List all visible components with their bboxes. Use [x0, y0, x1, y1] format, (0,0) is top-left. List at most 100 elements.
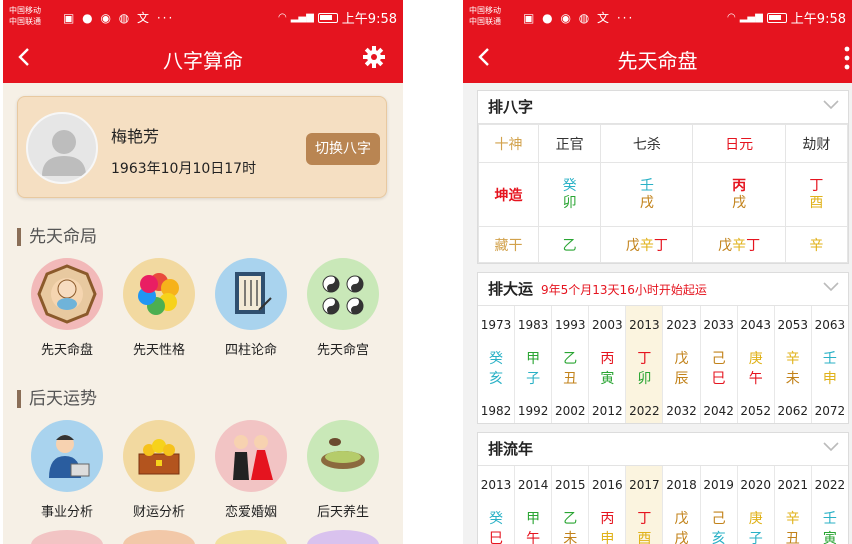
canggan-char: 丁	[746, 237, 761, 254]
more-menu-icon[interactable]	[844, 45, 850, 71]
dayun-column[interactable]: 2003 丙寅 2012	[589, 306, 627, 423]
gear-icon[interactable]	[363, 46, 385, 68]
liunian-stem: 壬	[822, 511, 837, 527]
dayun-column[interactable]: 1973 癸亥 1982	[478, 306, 516, 423]
pillar-cell: 丁酉	[784, 162, 849, 227]
section-title-houtian: 后天运势	[17, 390, 97, 408]
carrier-1: 中国移动	[469, 6, 501, 15]
color-petals-icon	[123, 258, 195, 330]
canggan-char: 丁	[653, 237, 668, 254]
liunian-column[interactable]: 2020 庚子	[738, 466, 775, 544]
liunian-year: 2014	[517, 478, 549, 492]
scroll-book-icon	[215, 258, 287, 330]
liunian-column[interactable]: 2019 己亥	[701, 466, 738, 544]
businessman-icon	[31, 420, 103, 492]
liunian-stem: 辛	[785, 511, 800, 527]
grid-item-xiantian-xingge[interactable]: 先天性格	[114, 258, 204, 358]
grid-item-houtian-yangsheng[interactable]: 后天养生	[298, 420, 388, 520]
dayun-branch: 亥	[489, 371, 504, 387]
dayun-column[interactable]: 2023 戊辰 2032	[663, 306, 701, 423]
dayun-stem: 壬	[822, 351, 837, 367]
app-bar: 先天命盘	[463, 33, 852, 83]
wedding-couple-icon	[215, 420, 287, 492]
grid-item-xiantian-mingpan[interactable]: 先天命盘	[22, 258, 112, 358]
dayun-column[interactable]: 2033 己巳 2042	[701, 306, 738, 423]
liunian-panel-header[interactable]: 排流年	[478, 433, 848, 466]
grid-item-xiantian-minggong[interactable]: 先天命宫	[298, 258, 388, 358]
carrier-info: 中国移动 中国联通	[469, 5, 501, 27]
switch-bazi-button[interactable]: 切换八字	[306, 133, 380, 165]
wifi-icon: ◠	[726, 12, 736, 23]
dayun-end-year: 1992	[517, 404, 549, 418]
pillar-stem: 丁	[809, 177, 824, 194]
grid-item-partial	[307, 530, 379, 544]
dayun-stem: 庚	[748, 351, 763, 367]
dayun-start-year: 2003	[592, 318, 623, 332]
carrier-2: 中国联通	[9, 17, 41, 26]
shishen-cell: 七杀	[600, 124, 694, 163]
dayun-column[interactable]: 1983 甲子 1992	[515, 306, 553, 423]
liunian-column[interactable]: 2016 丙申	[589, 466, 627, 544]
dayun-branch: 巳	[711, 371, 726, 387]
battery-icon	[317, 12, 338, 23]
liunian-stem: 丙	[600, 511, 615, 527]
dayun-panel-header[interactable]: 排大运 9年5个月13天16小时开始起运	[478, 273, 848, 306]
signal-icon: ▂▄▆	[739, 12, 763, 23]
liunian-stem: 丁	[637, 511, 652, 527]
grid-item-label: 恋爱婚姻	[224, 505, 277, 520]
default-avatar-icon	[42, 130, 86, 176]
liunian-columns: 2013 癸巳 2014 甲午 2015 乙未 2016 丙申 2017 丁酉 2018 戊戌 2019…	[478, 466, 848, 544]
dayun-column[interactable]: 1993 乙丑 2002	[552, 306, 590, 423]
grid-item-partial	[31, 530, 103, 544]
liunian-year: 2022	[814, 478, 846, 492]
liunian-column[interactable]: 2018 戊戌	[663, 466, 701, 544]
liunian-year: 2016	[592, 478, 623, 492]
grid-item-caiyun-fenxi[interactable]: 财运分析	[114, 420, 204, 520]
pillar-stem: 丙	[732, 177, 747, 194]
liunian-branch: 丑	[785, 531, 800, 544]
pillar-cell: 丙戌	[692, 162, 786, 227]
liunian-column[interactable]: 2014 甲午	[515, 466, 553, 544]
table-row: 十神 正官 七杀 日元 劫财	[478, 124, 849, 163]
liunian-year: 2013	[480, 478, 512, 492]
chevron-down-icon	[823, 100, 839, 110]
liunian-column[interactable]: 2013 癸巳	[478, 466, 516, 544]
liunian-column[interactable]: 2022 壬寅	[812, 466, 848, 544]
chevron-down-icon	[823, 442, 839, 452]
dayun-end-year: 2032	[666, 404, 697, 418]
dayun-column[interactable]: 2063 壬申 2072	[812, 306, 848, 423]
liunian-column[interactable]: 2021 辛丑	[775, 466, 812, 544]
signal-icon: ▂▄▆	[290, 12, 314, 23]
grid-item-shiye-fenxi[interactable]: 事业分析	[22, 420, 112, 520]
clock: 上午9:58	[341, 12, 397, 27]
liunian-column[interactable]: 2015 乙未	[552, 466, 590, 544]
liunian-panel: 排流年 2013 癸巳 2014 甲午 2015 乙未 2016 丙申 2017 丁酉 2018 戊戌…	[477, 432, 849, 544]
grid-item-lianai-hunyin[interactable]: 恋爱婚姻	[206, 420, 296, 520]
dayun-start-year: 2043	[740, 318, 771, 332]
liunian-branch: 寅	[822, 531, 837, 544]
dayun-end-year: 2022	[629, 404, 660, 418]
app-bar: 八字算命	[3, 33, 403, 83]
dayun-stem: 癸	[489, 351, 504, 367]
liunian-column[interactable]: 2017 丁酉	[626, 466, 664, 544]
canggan-cell: 辛	[784, 226, 849, 263]
pillar-stem: 壬	[639, 177, 654, 194]
dayun-branch: 寅	[600, 371, 615, 387]
dayun-column[interactable]: 2043 庚午 2052	[738, 306, 775, 423]
dayun-column[interactable]: 2053 辛未 2062	[775, 306, 812, 423]
dayun-column[interactable]: 2013 丁卯 2022	[626, 306, 664, 423]
bazi-panel-header[interactable]: 排八字	[478, 91, 848, 124]
pillar-branch: 戌	[639, 194, 654, 211]
pillar-cell: 壬戌	[600, 162, 694, 227]
dayun-end-year: 2072	[814, 404, 846, 418]
dayun-branch: 辰	[674, 371, 689, 387]
carrier-info: 中国移动 中国联通	[9, 5, 41, 27]
liunian-year: 2018	[666, 478, 697, 492]
liunian-branch: 午	[526, 531, 541, 544]
grid-item-partial	[123, 530, 195, 544]
liunian-year: 2021	[777, 478, 809, 492]
grid-item-sizhu-lunming[interactable]: 四柱论命	[206, 258, 296, 358]
liunian-branch: 未	[563, 531, 578, 544]
grid-item-label: 先天命盘	[40, 343, 93, 358]
notification-icons: ▣ ● ◉ ◍ 文 ···	[523, 11, 635, 25]
